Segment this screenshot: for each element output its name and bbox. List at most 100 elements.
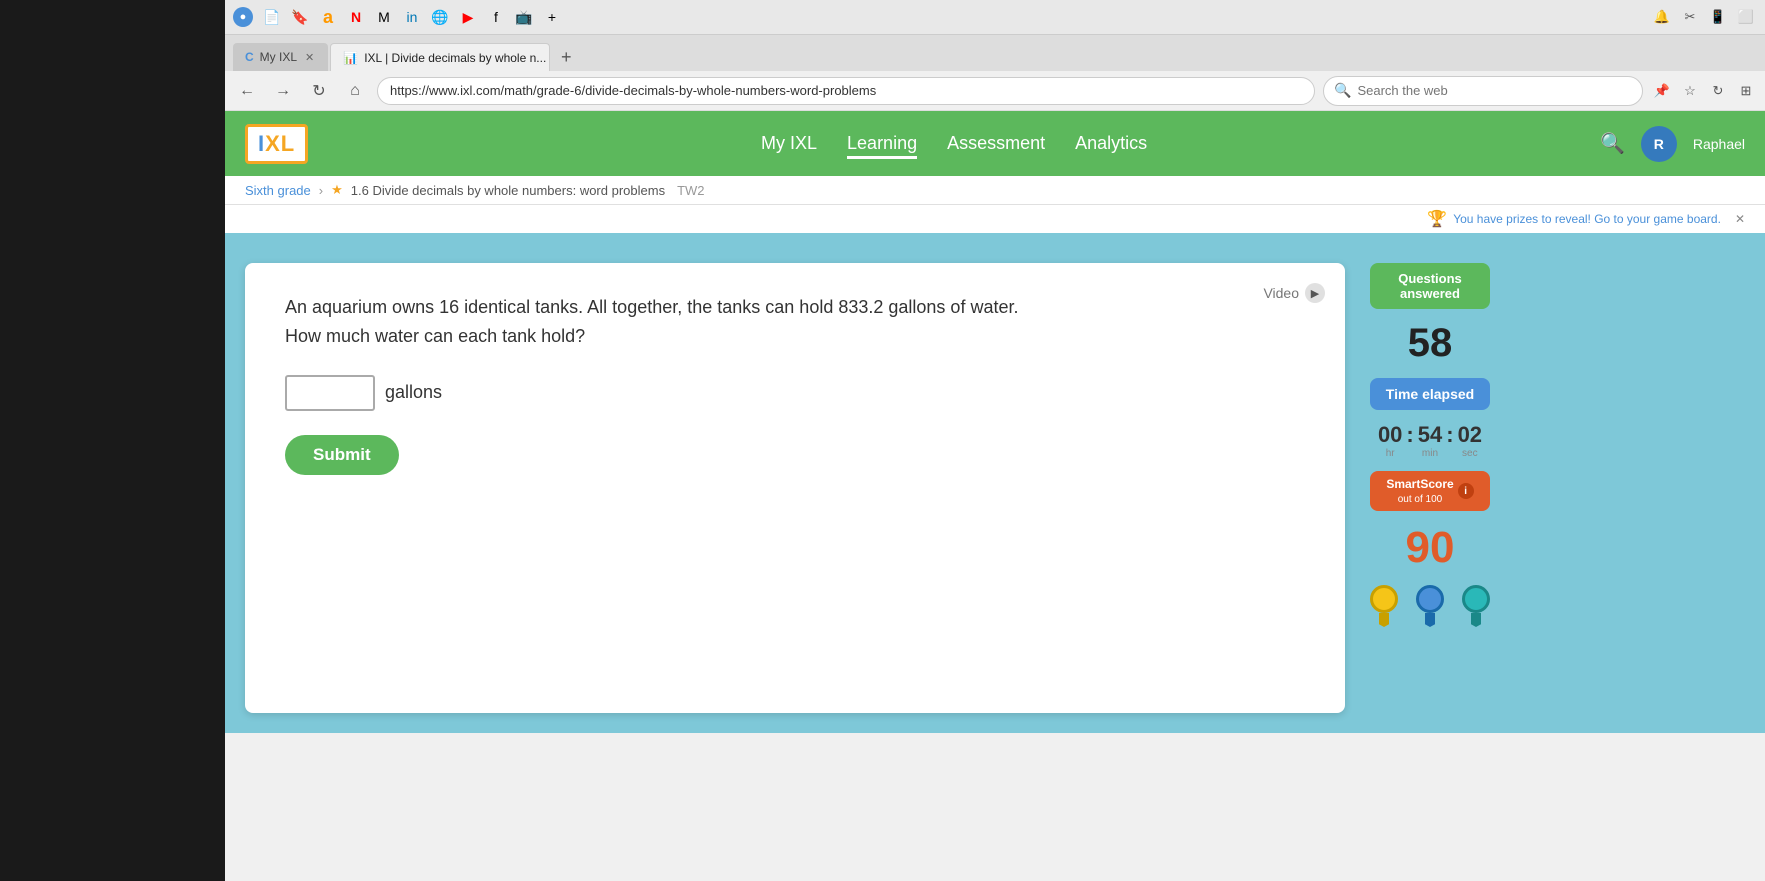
submit-button[interactable]: Submit [285,435,399,475]
bookmark-icon[interactable]: 🔖 [289,6,311,28]
answer-input[interactable] [285,375,375,411]
trophy-icon: 🏆 [1427,209,1447,229]
units-label: gallons [385,382,442,403]
medals-row [1365,585,1495,630]
tab-ixl-label: IXL | Divide decimals by whole n... [364,51,546,65]
video-label: Video [1263,285,1299,301]
breadcrumb-area: Sixth grade › ★ 1.6 Divide decimals by w… [225,176,1765,233]
video-circle: ▶ [1305,283,1325,303]
nav-assessment[interactable]: Assessment [947,128,1045,159]
ixl-main: Video ▶ An aquarium owns 16 identical ta… [225,233,1765,733]
youtube-icon[interactable]: ▶ [457,6,479,28]
tab-clever-favicon: C [245,50,254,64]
ixl-avatar[interactable]: R [1641,126,1677,162]
question-line2: How much water can each tank hold? [285,322,1305,351]
questions-answered-label: Questions answered [1398,271,1462,301]
ixl-header-right: 🔍 R Raphael [1600,126,1745,162]
address-bar-actions: 📌 ☆ ↻ ⊞ [1651,80,1757,102]
breadcrumb: Sixth grade › ★ 1.6 Divide decimals by w… [225,176,1765,205]
questions-count: 58 [1408,321,1453,366]
browser-window: ● 📄 🔖 a N M in 🌐 ▶ f 📺 + 🔔 ✂ 📱 ⬜ C My IX… [225,0,1765,881]
browser-action-icons: 🔔 ✂ 📱 ⬜ [1651,6,1757,28]
medal-gold [1365,585,1403,630]
notification-icon[interactable]: 🔔 [1651,6,1673,28]
refresh-button[interactable]: ↻ [305,77,333,105]
new-tab-button[interactable]: + [552,43,580,71]
tv-icon[interactable]: 📺 [513,6,535,28]
medal-blue-circle [1416,585,1444,613]
globe-icon[interactable]: 🌐 [429,6,451,28]
ixl-search-icon[interactable]: 🔍 [1600,131,1625,156]
timer-seconds-group: 02 sec [1458,422,1482,459]
nav-my-ixl[interactable]: My IXL [761,128,817,159]
ixl-logo[interactable]: IXL [245,124,308,164]
search-input[interactable] [1357,83,1632,98]
medal-teal [1457,585,1495,630]
address-input[interactable] [377,77,1315,105]
timer-display: 00 hr : 54 min : 02 sec [1378,422,1482,459]
tab-ixl-favicon: 📊 [343,51,358,65]
new-tab-plus[interactable]: + [541,6,563,28]
ixl-header: IXL My IXL Learning Assessment Analytics… [225,111,1765,176]
medal-teal-circle [1462,585,1490,613]
search-icon: 🔍 [1334,82,1351,99]
timer-seconds-label: sec [1462,448,1478,459]
prizes-close[interactable]: ✕ [1735,212,1745,226]
video-link[interactable]: Video ▶ [1263,283,1325,303]
pin-icon[interactable]: 📌 [1651,80,1673,102]
medal-gold-ribbon [1379,613,1389,627]
timer-sep2: : [1446,422,1453,448]
tabs-bar: C My IXL ✕ 📊 IXL | Divide decimals by wh… [225,35,1765,71]
tab-clever-label: My IXL [260,50,297,64]
smartscore-button[interactable]: SmartScore out of 100 i [1370,471,1490,511]
linkedin-icon[interactable]: in [401,6,423,28]
prizes-text[interactable]: You have prizes to reveal! Go to your ga… [1453,212,1721,226]
forward-button[interactable]: → [269,77,297,105]
tab-ixl[interactable]: 📊 IXL | Divide decimals by whole n... ✕ [330,43,550,71]
facebook-icon[interactable]: f [485,6,507,28]
breadcrumb-topic: 1.6 Divide decimals by whole numbers: wo… [351,183,665,198]
timer-sep1: : [1406,422,1413,448]
nav-learning[interactable]: Learning [847,128,917,159]
gmail-icon[interactable]: M [373,6,395,28]
ixl-nav: My IXL Learning Assessment Analytics [338,128,1570,159]
medal-gold-circle [1370,585,1398,613]
medal-blue-ribbon [1425,613,1435,627]
timer-minutes-group: 54 min [1418,422,1442,459]
scissors-icon[interactable]: ✂ [1679,6,1701,28]
breadcrumb-grade[interactable]: Sixth grade [245,183,311,198]
cast-icon[interactable]: 📱 [1707,6,1729,28]
tab-clever-close[interactable]: ✕ [303,49,316,66]
nav-analytics[interactable]: Analytics [1075,128,1147,159]
questions-answered-button[interactable]: Questions answered [1370,263,1490,309]
smartscore-info-icon: i [1458,483,1474,499]
time-elapsed-button[interactable]: Time elapsed [1370,378,1490,410]
medal-blue [1411,585,1449,630]
pdf-icon[interactable]: 📄 [261,6,283,28]
timer-hours: 00 [1378,422,1402,448]
toolbar-icons: 📄 🔖 a N M in 🌐 ▶ f 📺 + [261,6,563,28]
sync-icon[interactable]: ↻ [1707,80,1729,102]
window-icon[interactable]: ⬜ [1735,6,1757,28]
back-button[interactable]: ← [233,77,261,105]
split-icon[interactable]: ⊞ [1735,80,1757,102]
amazon-icon[interactable]: a [317,6,339,28]
timer-minutes: 54 [1418,422,1442,448]
breadcrumb-star: ★ [331,182,343,198]
timer-hours-group: 00 hr [1378,422,1402,459]
breadcrumb-sep1: › [319,183,323,198]
star-icon[interactable]: ☆ [1679,80,1701,102]
breadcrumb-code: TW2 [677,183,704,198]
question-line1: An aquarium owns 16 identical tanks. All… [285,293,1305,322]
netflix-icon[interactable]: N [345,6,367,28]
search-bar[interactable]: 🔍 [1323,76,1643,106]
tab-clever[interactable]: C My IXL ✕ [233,43,328,71]
timer-hours-label: hr [1386,448,1395,459]
browser-icon: ● [233,7,253,27]
timer-minutes-label: min [1422,448,1438,459]
prizes-banner: 🏆 You have prizes to reveal! Go to your … [225,205,1765,233]
title-bar: ● 📄 🔖 a N M in 🌐 ▶ f 📺 + 🔔 ✂ 📱 ⬜ [225,0,1765,35]
home-button[interactable]: ⌂ [341,77,369,105]
timer-seconds: 02 [1458,422,1482,448]
site-content: IXL My IXL Learning Assessment Analytics… [225,111,1765,881]
